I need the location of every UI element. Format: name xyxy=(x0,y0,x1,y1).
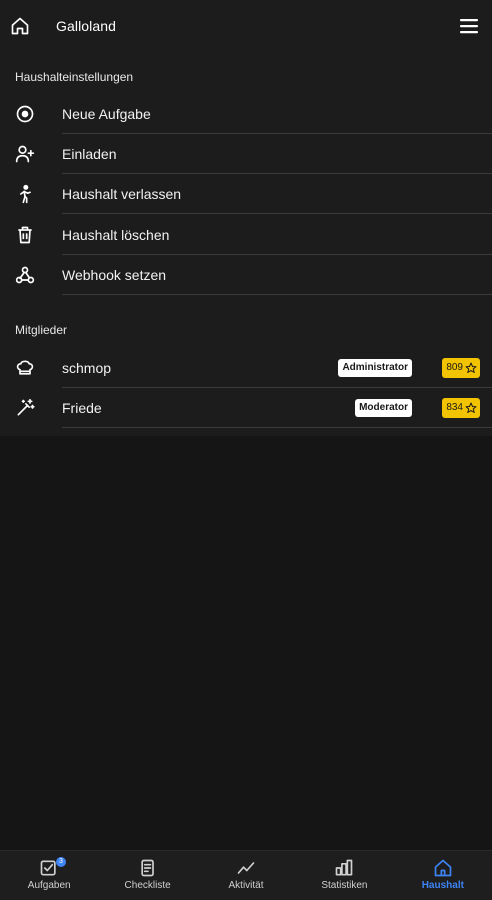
home-icon[interactable] xyxy=(10,16,30,36)
magic-wand-icon xyxy=(17,398,35,416)
household-icon xyxy=(434,859,452,877)
settings-item-label: Haushalt löschen xyxy=(62,227,170,243)
chef-hat-icon xyxy=(16,360,34,375)
settings-item-leave-household[interactable]: Haushalt verlassen xyxy=(0,174,492,214)
members-section-title: Mitglieder xyxy=(15,323,68,337)
nav-item-household[interactable]: Haushalt xyxy=(394,851,492,900)
settings-item-set-webhook[interactable]: Webhook setzen xyxy=(0,255,492,295)
divider xyxy=(62,427,492,428)
webhook-icon xyxy=(15,266,35,284)
nav-item-checklist[interactable]: Checkliste xyxy=(98,851,196,900)
activity-icon xyxy=(237,862,255,874)
settings-item-invite[interactable]: Einladen xyxy=(0,134,492,174)
role-badge: Moderator xyxy=(355,399,412,417)
divider xyxy=(62,213,492,214)
settings-item-new-task[interactable]: Neue Aufgabe xyxy=(0,94,492,134)
divider xyxy=(62,294,492,295)
nav-label: Aktivität xyxy=(228,880,264,891)
settings-section-title: Haushalteinstellungen xyxy=(15,70,134,84)
person-add-icon xyxy=(15,145,35,163)
member-name: schmop xyxy=(62,360,112,376)
walking-person-icon xyxy=(20,184,31,204)
nav-item-tasks[interactable]: 3 Aufgaben xyxy=(0,851,98,900)
settings-item-label: Einladen xyxy=(62,146,117,162)
nav-label: Statistiken xyxy=(321,880,368,891)
member-row-schmop[interactable]: schmop Administrator 809 xyxy=(0,348,492,388)
member-name: Friede xyxy=(62,400,102,416)
settings-item-label: Neue Aufgabe xyxy=(62,106,151,122)
trash-icon xyxy=(18,226,32,244)
settings-item-label: Haushalt verlassen xyxy=(62,186,182,202)
bottom-navigation: 3 Aufgaben Checkliste Aktivität Statisti… xyxy=(0,850,492,900)
star-icon xyxy=(465,402,477,413)
settings-item-delete-household[interactable]: Haushalt löschen xyxy=(0,215,492,255)
settings-item-label: Webhook setzen xyxy=(62,267,167,283)
points-badge: 809 xyxy=(442,358,480,378)
points-badge: 834 xyxy=(442,398,480,418)
checklist-icon xyxy=(140,859,154,877)
nav-label: Haushalt xyxy=(421,880,464,891)
nav-label: Aufgaben xyxy=(27,880,71,891)
bar-chart-icon xyxy=(336,859,353,876)
points-value: 809 xyxy=(446,362,463,373)
nav-item-statistics[interactable]: Statistiken xyxy=(295,851,393,900)
nav-label: Checkliste xyxy=(124,880,171,891)
role-badge: Administrator xyxy=(338,359,412,377)
add-circle-icon xyxy=(16,105,34,123)
menu-icon[interactable] xyxy=(460,18,478,34)
top-app-bar: Galloland xyxy=(0,0,492,52)
star-icon xyxy=(465,362,477,373)
household-title: Galloland xyxy=(56,18,117,34)
nav-item-activity[interactable]: Aktivität xyxy=(197,851,295,900)
household-settings-panel: Haushalteinstellungen Neue Aufgabe Einla… xyxy=(0,52,492,436)
member-row-friede[interactable]: Friede Moderator 834 xyxy=(0,388,492,428)
tasks-count-badge: 3 xyxy=(56,857,66,867)
points-value: 834 xyxy=(446,402,463,413)
